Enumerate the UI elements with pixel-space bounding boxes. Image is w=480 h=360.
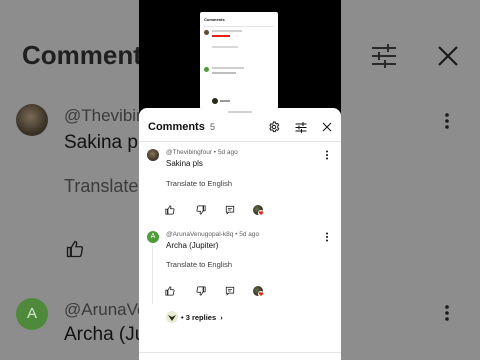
- thumbnail-divider: [204, 26, 274, 27]
- dislike-icon[interactable]: [196, 205, 206, 215]
- composer-divider: [139, 352, 341, 353]
- thumbnail-line: [212, 67, 244, 69]
- background-comment-text-2: Archa (Ju: [64, 324, 139, 345]
- thumbnail-avatar: [212, 98, 218, 104]
- background-more-icon-2: [445, 305, 449, 321]
- background-filter-icon: [372, 44, 396, 68]
- background-close-icon: [438, 46, 458, 66]
- like-icon[interactable]: [165, 205, 175, 215]
- thumbnail-avatar: [204, 30, 209, 35]
- creator-heart-badge[interactable]: [253, 205, 264, 216]
- comment-count: 5: [210, 122, 216, 132]
- background-translate-text: Translate: [64, 176, 139, 196]
- reply-avatar-art: [168, 315, 176, 321]
- background-avatar: [16, 104, 48, 136]
- comment-text: Sakina pls: [166, 159, 203, 168]
- dislike-icon[interactable]: [196, 286, 206, 296]
- view-replies-button[interactable]: • 3 replies ›: [181, 313, 223, 322]
- thumbnail-hearts: [212, 35, 230, 37]
- background-avatar-letter: A: [16, 298, 48, 330]
- background-like-icon: [66, 240, 84, 258]
- reply-avatar: [166, 311, 178, 323]
- comments-sheet: Comments 5 @Thevibingfour • 5d ago Sakin…: [139, 108, 341, 360]
- thread-line: [152, 246, 153, 304]
- translate-link[interactable]: Translate to English: [166, 179, 232, 188]
- like-icon[interactable]: [165, 286, 175, 296]
- more-options-icon[interactable]: [325, 150, 329, 160]
- chevron-right-icon: ›: [220, 313, 223, 322]
- background-handle: @Thevibin: [64, 106, 139, 125]
- sheet-title: Comments: [148, 121, 205, 133]
- more-options-icon[interactable]: [325, 232, 329, 242]
- thumbnail-line: [212, 30, 242, 32]
- background-more-icon: [445, 113, 449, 129]
- filter-icon[interactable]: [295, 122, 307, 133]
- avatar-letter[interactable]: A: [147, 231, 159, 243]
- thumbnail-line: [220, 100, 230, 102]
- close-icon[interactable]: [322, 122, 332, 132]
- gear-icon[interactable]: [268, 121, 280, 133]
- thumbnail-line: [212, 72, 236, 74]
- background-handle-2: @ArunaVe: [64, 300, 139, 319]
- background-right-panel: [341, 0, 480, 360]
- thumbnail-avatar: [204, 67, 209, 72]
- thumbnail-title: Comments: [204, 17, 225, 22]
- background-comment-text: Sakina pl: [64, 132, 139, 153]
- background-left-panel: Comments @Thevibin Sakina pl Translate A…: [0, 0, 139, 360]
- reply-icon[interactable]: [225, 205, 235, 215]
- thumbnail-line: [212, 46, 238, 48]
- comment-meta[interactable]: @Thevibingfour • 5d ago: [166, 149, 238, 156]
- comment-meta[interactable]: @ArunaVenugopal-k8q • 5d ago: [166, 231, 259, 238]
- drag-handle[interactable]: [228, 111, 252, 113]
- header-divider: [139, 141, 341, 142]
- creator-heart-badge[interactable]: [253, 286, 264, 297]
- replies-count: • 3 replies: [181, 313, 217, 322]
- comment-text: Archa (Jupiter): [166, 241, 219, 250]
- avatar[interactable]: [147, 149, 159, 161]
- heart-icon: [258, 291, 264, 297]
- background-comments-title: Comments: [22, 40, 139, 70]
- thumbnail-preview: Comments: [200, 12, 278, 109]
- reply-icon[interactable]: [225, 286, 235, 296]
- translate-link[interactable]: Translate to English: [166, 260, 232, 269]
- heart-icon: [258, 210, 264, 216]
